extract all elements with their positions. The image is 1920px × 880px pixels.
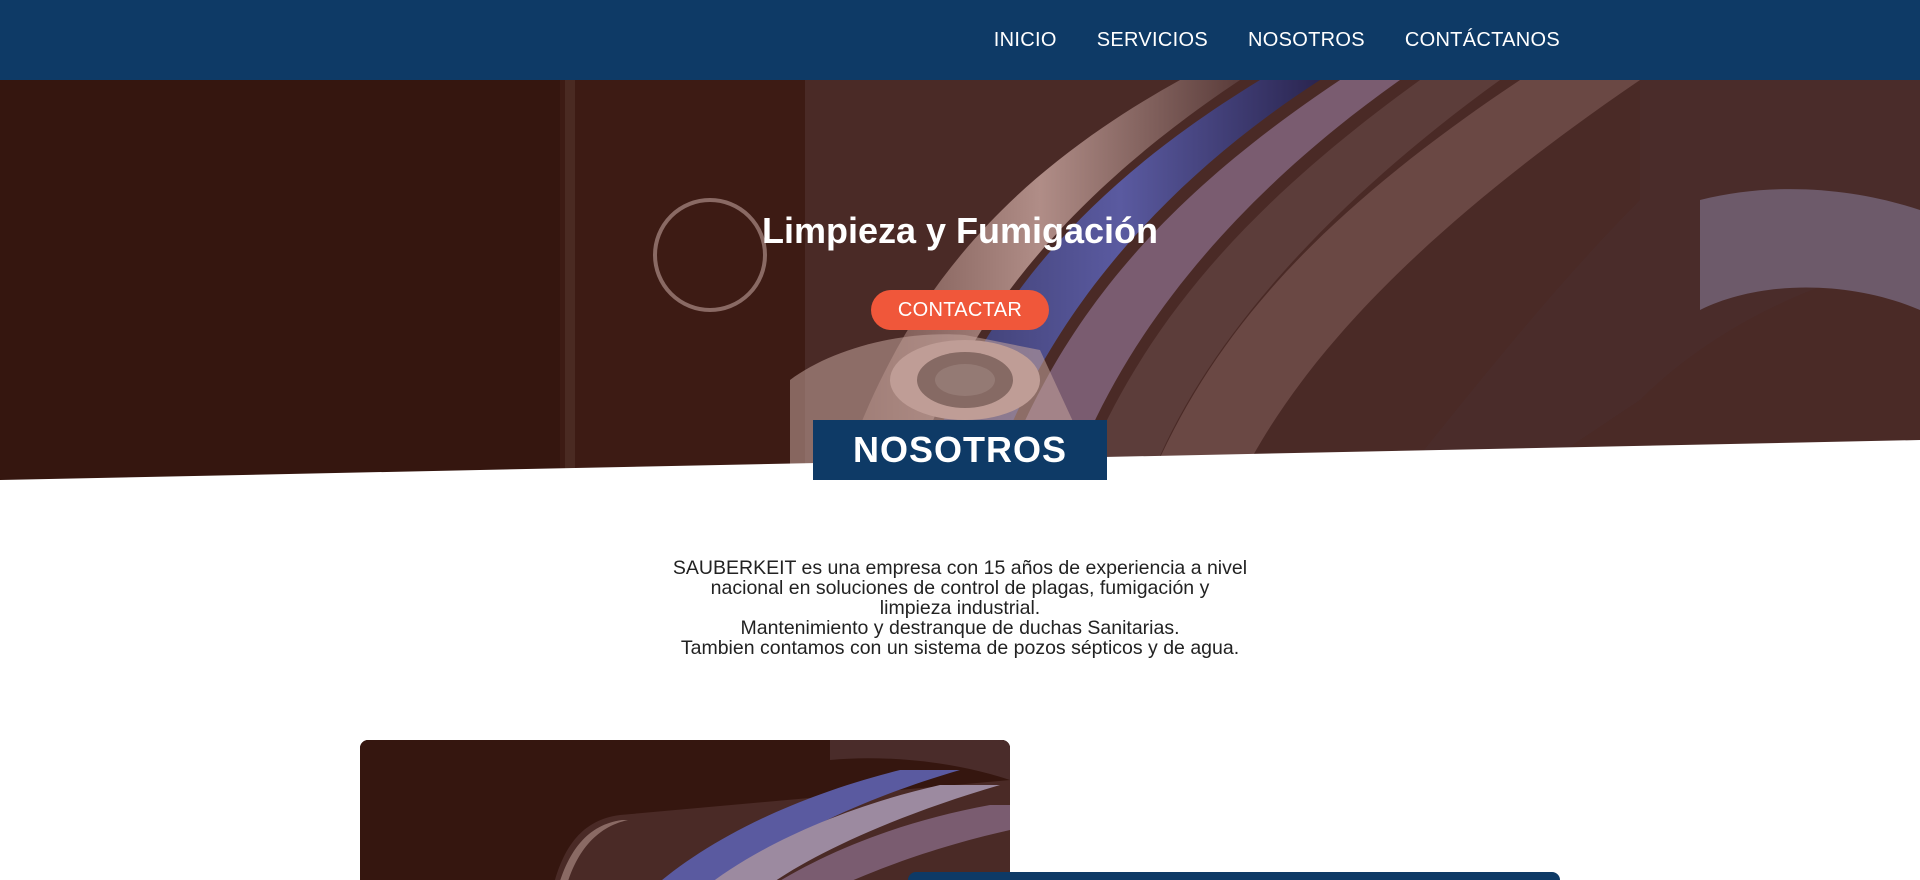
contact-button[interactable]: CONTACTAR	[871, 290, 1049, 330]
about-image-card	[360, 740, 1010, 880]
about-line: limpieza industrial.	[879, 597, 1041, 619]
main-nav: INICIO SERVICIOS NOSOTROS CONTÁCTANOS	[994, 0, 1560, 80]
about-card-image	[360, 740, 1010, 880]
about-line: nacional en soluciones de control de pla…	[710, 577, 1210, 599]
hero-title: Limpieza y Fumigación	[761, 210, 1159, 251]
about-text: SAUBERKEIT es una empresa con 15 años de…	[620, 558, 1300, 658]
about-line: Tambien contamos con un sistema de pozos…	[680, 637, 1240, 659]
top-navigation-bar: INICIO SERVICIOS NOSOTROS CONTÁCTANOS	[0, 0, 1920, 80]
nav-link-servicios[interactable]: SERVICIOS	[1097, 29, 1208, 52]
nav-link-nosotros[interactable]: NOSOTROS	[1248, 29, 1365, 52]
nav-link-contactanos[interactable]: CONTÁCTANOS	[1405, 29, 1560, 52]
section-title-nosotros: NOSOTROS	[813, 420, 1107, 480]
nav-link-inicio[interactable]: INICIO	[994, 29, 1057, 52]
feature-panel	[908, 872, 1560, 880]
about-line: Mantenimiento y destranque de duchas San…	[740, 617, 1180, 639]
about-line: SAUBERKEIT es una empresa con 15 años de…	[672, 557, 1248, 579]
